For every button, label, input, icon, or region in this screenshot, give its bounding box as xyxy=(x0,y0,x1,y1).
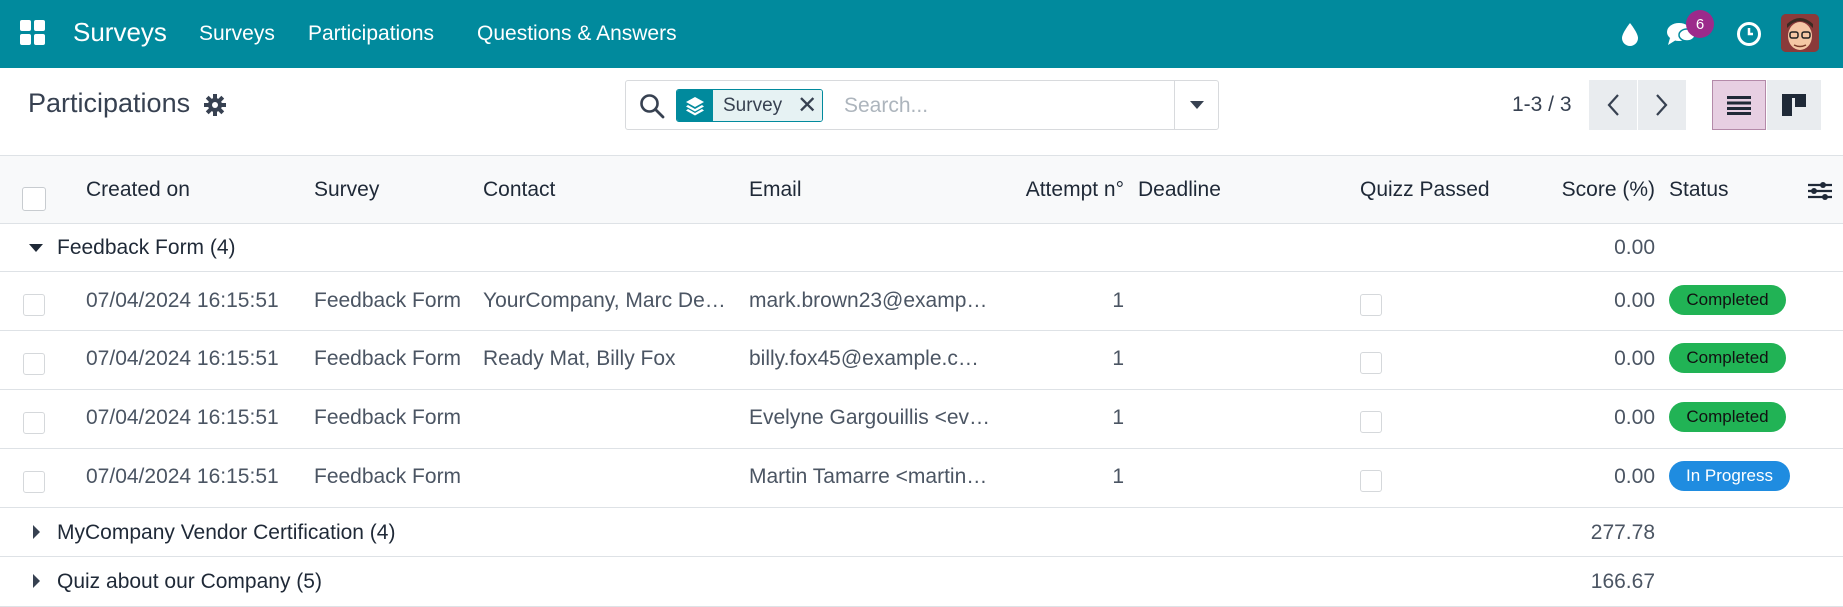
column-status[interactable]: Status xyxy=(1669,178,1729,202)
cell-email: Evelyne Gargouillis <ev… xyxy=(749,406,991,429)
quizz-passed-checkbox xyxy=(1360,294,1382,316)
table-row[interactable]: 07/04/2024 16:15:51 Feedback Form YourCo… xyxy=(0,272,1843,331)
cell-created-on: 07/04/2024 16:15:51 xyxy=(86,347,279,370)
cell-survey: Feedback Form xyxy=(314,465,462,488)
pager-previous-button[interactable] xyxy=(1589,80,1637,130)
page-title[interactable]: Participations xyxy=(28,88,190,119)
cell-survey: Feedback Form xyxy=(314,406,462,429)
cell-email: mark.brown23@examp… xyxy=(749,289,988,312)
gear-icon[interactable] xyxy=(204,94,226,116)
search-bar: Survey ✕ xyxy=(625,80,1219,130)
cell-email: Martin Tamarre <martin… xyxy=(749,465,988,488)
cell-created-on: 07/04/2024 16:15:51 xyxy=(86,465,279,488)
group-row-feedback-form[interactable]: Feedback Form (4) 0.00 xyxy=(0,224,1843,272)
cell-created-on: 07/04/2024 16:15:51 xyxy=(86,406,279,429)
chevron-left-icon xyxy=(1607,94,1619,116)
column-email[interactable]: Email xyxy=(749,178,802,202)
app-brand[interactable]: Surveys xyxy=(73,17,167,48)
cell-score: 0.00 xyxy=(1614,406,1655,429)
menu-participations[interactable]: Participations xyxy=(308,22,434,46)
caret-down-icon xyxy=(1189,101,1204,109)
cell-survey: Feedback Form xyxy=(314,347,462,370)
water-drop-icon[interactable] xyxy=(1618,14,1642,54)
close-icon[interactable]: ✕ xyxy=(792,90,823,121)
search-facet-survey[interactable]: Survey ✕ xyxy=(676,89,824,122)
status-badge: Completed xyxy=(1669,285,1786,315)
group-row-quiz-company[interactable]: Quiz about our Company (5) 166.67 xyxy=(0,557,1843,607)
group-score: 166.67 xyxy=(1590,570,1655,593)
cell-score: 0.00 xyxy=(1614,347,1655,370)
column-score[interactable]: Score (%) xyxy=(1500,178,1655,202)
caret-right-icon xyxy=(33,525,40,539)
app-menu-icon[interactable] xyxy=(20,20,46,46)
pager-next-button[interactable] xyxy=(1638,80,1686,130)
column-quizz-passed[interactable]: Quizz Passed xyxy=(1360,178,1490,202)
group-score: 277.78 xyxy=(1590,521,1655,544)
menu-surveys[interactable]: Surveys xyxy=(199,22,275,46)
caret-right-icon xyxy=(33,574,40,588)
kanban-view-icon xyxy=(1782,94,1806,116)
cell-contact: Ready Mat, Billy Fox xyxy=(483,347,676,370)
quizz-passed-checkbox xyxy=(1360,352,1382,374)
cell-attempt: 1 xyxy=(1112,465,1124,488)
cell-created-on: 07/04/2024 16:15:51 xyxy=(86,289,279,312)
cell-score: 0.00 xyxy=(1614,289,1655,312)
search-input[interactable] xyxy=(844,91,1174,121)
column-contact[interactable]: Contact xyxy=(483,178,555,202)
group-label: Quiz about our Company (5) xyxy=(57,570,322,593)
select-all-checkbox[interactable] xyxy=(22,187,46,211)
group-label: MyCompany Vendor Certification (4) xyxy=(57,521,396,544)
cell-survey: Feedback Form xyxy=(314,289,462,312)
search-options-toggle[interactable] xyxy=(1174,81,1218,129)
cell-email: billy.fox45@example.c… xyxy=(749,347,979,370)
messages-count-badge: 6 xyxy=(1686,10,1714,38)
cell-attempt: 1 xyxy=(1112,347,1124,370)
pager-value[interactable]: 1-3 / 3 xyxy=(1512,93,1572,117)
row-checkbox[interactable] xyxy=(23,412,45,434)
quizz-passed-checkbox xyxy=(1360,470,1382,492)
layers-icon xyxy=(677,90,713,121)
list-view-button[interactable] xyxy=(1712,80,1766,130)
cell-score: 0.00 xyxy=(1614,465,1655,488)
row-checkbox[interactable] xyxy=(23,294,45,316)
user-avatar[interactable] xyxy=(1781,14,1819,52)
cell-contact: YourCompany, Marc De… xyxy=(483,289,726,312)
row-checkbox[interactable] xyxy=(23,471,45,493)
activity-clock-icon[interactable] xyxy=(1734,14,1764,54)
search-facet-label: Survey xyxy=(713,90,793,121)
chevron-right-icon xyxy=(1656,94,1668,116)
table-row[interactable]: 07/04/2024 16:15:51 Feedback Form Ready … xyxy=(0,331,1843,390)
row-checkbox[interactable] xyxy=(23,353,45,375)
column-attempt-number[interactable]: Attempt n° xyxy=(1000,178,1124,202)
list-view-icon xyxy=(1727,96,1751,115)
caret-down-icon xyxy=(29,244,43,252)
table-row[interactable]: 07/04/2024 16:15:51 Feedback Form Evelyn… xyxy=(0,390,1843,449)
column-survey[interactable]: Survey xyxy=(314,178,379,202)
column-deadline[interactable]: Deadline xyxy=(1138,178,1221,202)
table-row[interactable]: 07/04/2024 16:15:51 Feedback Form Martin… xyxy=(0,449,1843,508)
group-score: 0.00 xyxy=(1614,236,1655,259)
table-header: Created on Survey Contact Email Attempt … xyxy=(0,155,1843,224)
status-badge: In Progress xyxy=(1669,461,1790,491)
search-icon[interactable] xyxy=(639,93,665,119)
group-label: Feedback Form (4) xyxy=(57,236,236,259)
status-badge: Completed xyxy=(1669,402,1786,432)
kanban-view-button[interactable] xyxy=(1767,80,1821,130)
group-row-vendor-certification[interactable]: MyCompany Vendor Certification (4) 277.7… xyxy=(0,508,1843,557)
top-navbar: Surveys Surveys Participations Questions… xyxy=(0,0,1843,68)
status-badge: Completed xyxy=(1669,343,1786,373)
cell-attempt: 1 xyxy=(1112,289,1124,312)
column-created-on[interactable]: Created on xyxy=(86,178,190,202)
optional-columns-icon[interactable] xyxy=(1808,179,1832,208)
cell-attempt: 1 xyxy=(1112,406,1124,429)
quizz-passed-checkbox xyxy=(1360,411,1382,433)
menu-questions-answers[interactable]: Questions & Answers xyxy=(477,22,677,46)
